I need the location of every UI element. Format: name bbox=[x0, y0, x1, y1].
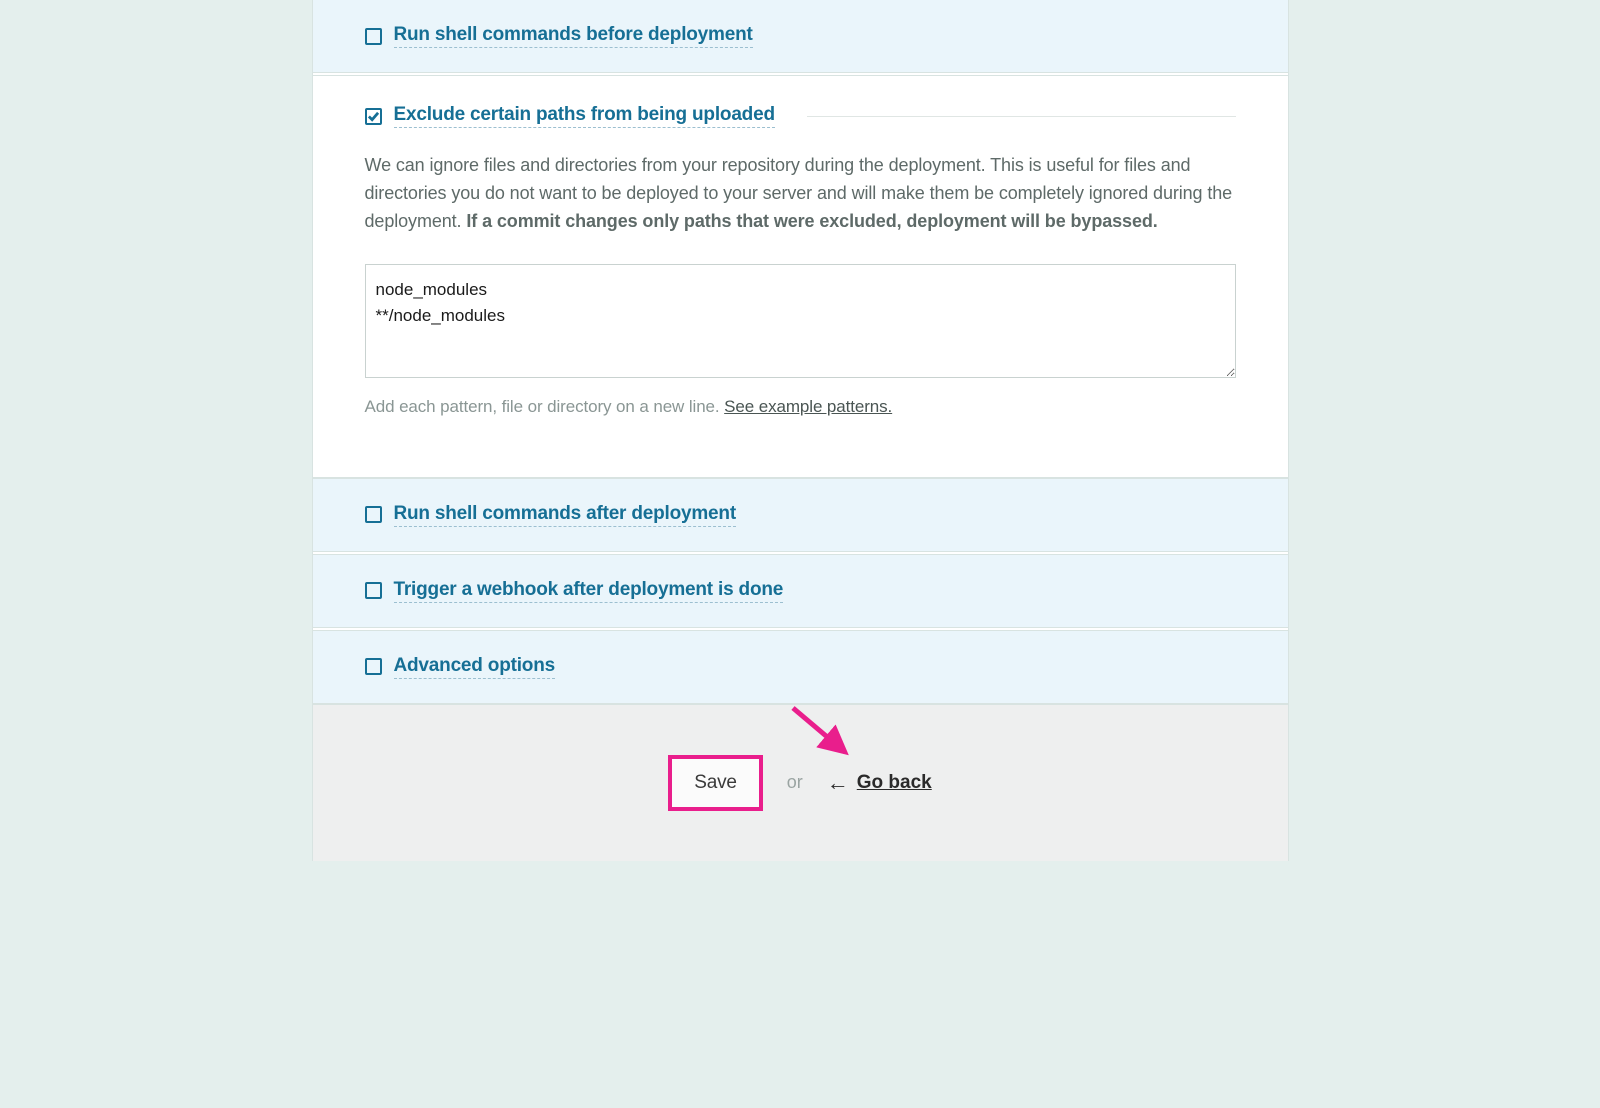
section-post-shell: Run shell commands after deployment bbox=[313, 478, 1288, 552]
section-title[interactable]: Run shell commands before deployment bbox=[394, 24, 753, 48]
section-pre-shell: Run shell commands before deployment bbox=[313, 0, 1288, 73]
section-description: We can ignore files and directories from… bbox=[365, 152, 1236, 236]
checkbox-checked-icon[interactable] bbox=[365, 108, 382, 125]
checkbox-icon[interactable] bbox=[365, 658, 382, 675]
helper-label: Add each pattern, file or directory on a… bbox=[365, 397, 725, 416]
section-header[interactable]: Exclude certain paths from being uploade… bbox=[365, 104, 1236, 128]
checkbox-icon[interactable] bbox=[365, 582, 382, 599]
helper-text: Add each pattern, file or directory on a… bbox=[365, 397, 1236, 417]
section-title[interactable]: Advanced options bbox=[394, 655, 555, 679]
section-webhook: Trigger a webhook after deployment is do… bbox=[313, 554, 1288, 628]
section-advanced: Advanced options bbox=[313, 630, 1288, 704]
annotation-arrow-icon bbox=[787, 702, 867, 774]
section-title[interactable]: Exclude certain paths from being uploade… bbox=[394, 104, 775, 128]
arrow-left-icon: ← bbox=[827, 770, 849, 796]
go-back-label: Go back bbox=[857, 772, 932, 794]
divider-line bbox=[807, 116, 1236, 117]
section-title[interactable]: Run shell commands after deployment bbox=[394, 503, 736, 527]
section-header[interactable]: Advanced options bbox=[365, 655, 1236, 679]
save-button[interactable]: Save bbox=[668, 755, 763, 811]
description-bold: If a commit changes only paths that were… bbox=[466, 211, 1157, 231]
exclude-paths-input[interactable] bbox=[365, 264, 1236, 378]
section-title[interactable]: Trigger a webhook after deployment is do… bbox=[394, 579, 784, 603]
go-back-link[interactable]: ← Go back bbox=[827, 770, 932, 796]
or-label: or bbox=[787, 772, 803, 793]
section-header[interactable]: Trigger a webhook after deployment is do… bbox=[365, 579, 1236, 603]
checkbox-icon[interactable] bbox=[365, 28, 382, 45]
footer: Save or ← Go back bbox=[313, 704, 1288, 861]
checkbox-icon[interactable] bbox=[365, 506, 382, 523]
example-patterns-link[interactable]: See example patterns. bbox=[724, 397, 892, 416]
section-header[interactable]: Run shell commands after deployment bbox=[365, 503, 1236, 527]
section-header[interactable]: Run shell commands before deployment bbox=[365, 24, 1236, 48]
section-exclude-paths: Exclude certain paths from being uploade… bbox=[313, 75, 1288, 478]
